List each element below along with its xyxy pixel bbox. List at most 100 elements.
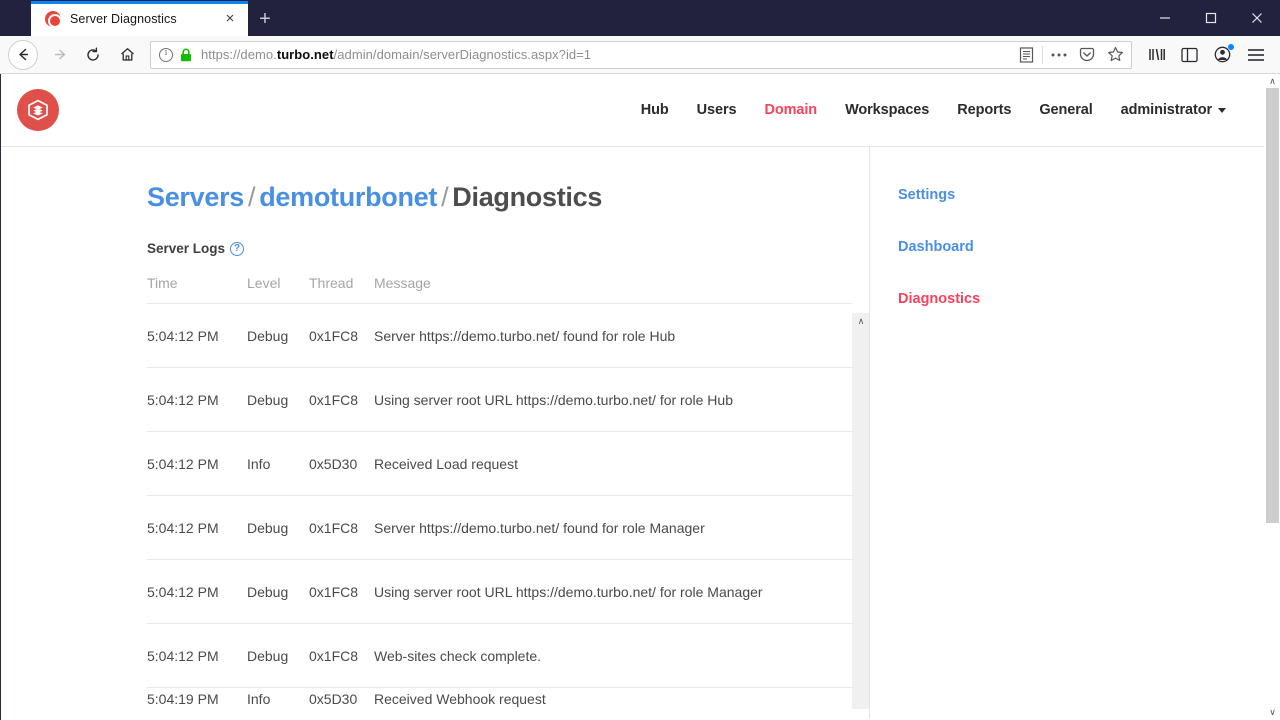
page-info-icon[interactable] bbox=[159, 47, 173, 62]
breadcrumb-servers[interactable]: Servers bbox=[147, 182, 244, 212]
cell-time: 5:04:12 PM bbox=[147, 583, 219, 600]
url-text[interactable]: https://demo.turbo.net/admin/domain/serv… bbox=[201, 47, 1012, 62]
cell-level: Debug bbox=[247, 327, 289, 344]
table-row[interactable]: 5:04:12 PM Debug 0x1FC8 Using server roo… bbox=[147, 367, 852, 431]
column-header-time: Time bbox=[147, 275, 178, 291]
page-content: Servers / demoturbonet / Diagnostics Server … bbox=[1, 147, 1264, 719]
account-icon[interactable] bbox=[1206, 40, 1239, 70]
page-scroll-down-arrow-icon[interactable]: ∨ bbox=[1265, 705, 1280, 720]
tab-title: Server Diagnostics bbox=[70, 11, 177, 26]
breadcrumb-demoturbonet[interactable]: demoturbonet bbox=[259, 182, 437, 212]
minimize-button[interactable] bbox=[1142, 0, 1188, 36]
cell-level: Debug bbox=[247, 583, 289, 600]
cell-level: Debug bbox=[247, 647, 289, 664]
breadcrumb-current: Diagnostics bbox=[452, 182, 603, 212]
browser-tab-server-diagnostics[interactable]: Server Diagnostics × bbox=[31, 1, 248, 36]
cell-message: Using server root URL https://demo.turbo… bbox=[374, 391, 733, 408]
cell-thread: 0x1FC8 bbox=[309, 391, 359, 408]
menu-icon[interactable] bbox=[1239, 40, 1272, 70]
close-tab-icon[interactable]: × bbox=[220, 9, 240, 29]
section-title-text: Server Logs bbox=[147, 241, 226, 256]
nav-link-domain[interactable]: Domain bbox=[750, 102, 831, 118]
table-row[interactable]: 5:04:12 PM Debug 0x1FC8 Server https://d… bbox=[147, 303, 852, 367]
account-notification-dot bbox=[1228, 43, 1234, 50]
home-button[interactable] bbox=[110, 40, 144, 70]
nav-link-workspaces[interactable]: Workspaces bbox=[831, 102, 943, 118]
nav-link-hub[interactable]: Hub bbox=[627, 102, 683, 118]
pocket-icon[interactable] bbox=[1073, 42, 1101, 68]
page-scroll-up-arrow-icon[interactable]: ∧ bbox=[1265, 74, 1280, 89]
cell-level: Info bbox=[247, 455, 271, 472]
page-viewport: Hub Users Domain Workspaces Reports Gene… bbox=[0, 74, 1280, 720]
section-title: Server Logs ? bbox=[147, 241, 869, 256]
close-window-button[interactable] bbox=[1234, 0, 1280, 36]
site-header: Hub Users Domain Workspaces Reports Gene… bbox=[1, 74, 1264, 147]
cell-message: Server https://demo.turbo.net/ found for… bbox=[374, 519, 705, 536]
help-icon[interactable]: ? bbox=[230, 241, 245, 256]
table-header-row: Time Level Thread Message bbox=[147, 275, 852, 303]
table-row[interactable]: 5:04:12 PM Debug 0x1FC8 Server https://d… bbox=[147, 495, 852, 559]
cell-thread: 0x1FC8 bbox=[309, 583, 359, 600]
cell-time: 5:04:19 PM bbox=[147, 690, 219, 707]
cell-message: Received Webhook request bbox=[374, 690, 546, 707]
forward-button bbox=[42, 40, 76, 70]
sidebar-item-diagnostics[interactable]: Diagnostics bbox=[870, 291, 1264, 307]
turbo-cube-logo[interactable] bbox=[17, 89, 59, 131]
page-scrollbar[interactable]: ∧ ∨ bbox=[1264, 74, 1280, 720]
sidebar-item-settings[interactable]: Settings bbox=[870, 187, 1264, 203]
scroll-up-arrow-icon[interactable]: ∧ bbox=[853, 316, 869, 326]
nav-link-users[interactable]: Users bbox=[683, 102, 751, 118]
chevron-down-icon[interactable] bbox=[1218, 107, 1226, 113]
column-header-message: Message bbox=[374, 275, 431, 291]
cell-thread: 0x5D30 bbox=[309, 690, 358, 707]
address-bar[interactable]: https://demo.turbo.net/admin/domain/serv… bbox=[150, 40, 1132, 69]
new-tab-button[interactable]: + bbox=[248, 1, 282, 36]
browser-window: Server Diagnostics × + i https://demo.tu… bbox=[0, 0, 1280, 720]
log-table-scrollbar[interactable]: ∧ bbox=[852, 313, 869, 709]
library-icon[interactable] bbox=[1140, 40, 1173, 70]
reload-button[interactable] bbox=[76, 40, 110, 70]
server-logs-panel: Time Level Thread Message 5:04:12 PM Deb… bbox=[147, 275, 869, 709]
cell-message: Web-sites check complete. bbox=[374, 647, 542, 664]
page-actions-icon[interactable] bbox=[1045, 42, 1073, 68]
maximize-button[interactable] bbox=[1188, 0, 1234, 36]
reader-view-icon[interactable] bbox=[1012, 42, 1040, 68]
table-row[interactable]: 5:04:12 PM Info 0x5D30 Received Load req… bbox=[147, 431, 852, 495]
user-menu-label[interactable]: administrator bbox=[1107, 102, 1216, 118]
cell-thread: 0x1FC8 bbox=[309, 647, 359, 664]
cell-time: 5:04:12 PM bbox=[147, 647, 219, 664]
main-column: Servers / demoturbonet / Diagnostics Server … bbox=[1, 147, 869, 719]
nav-link-general[interactable]: General bbox=[1025, 102, 1106, 118]
breadcrumb-separator-2: / bbox=[441, 182, 449, 212]
browser-toolbar-right bbox=[1140, 40, 1272, 70]
breadcrumb-separator-1: / bbox=[248, 182, 256, 212]
cell-time: 5:04:12 PM bbox=[147, 519, 219, 536]
lock-icon bbox=[181, 48, 191, 61]
cell-message: Server https://demo.turbo.net/ found for… bbox=[374, 327, 676, 344]
nav-link-reports[interactable]: Reports bbox=[943, 102, 1025, 118]
site-identity[interactable] bbox=[159, 47, 192, 62]
window-controls bbox=[1142, 0, 1280, 36]
right-sidebar: Settings Dashboard Diagnostics bbox=[869, 147, 1264, 719]
cell-time: 5:04:12 PM bbox=[147, 455, 219, 472]
column-header-thread: Thread bbox=[309, 275, 354, 291]
column-header-level: Level bbox=[247, 275, 281, 291]
sidebar-icon[interactable] bbox=[1173, 40, 1206, 70]
page-scrollbar-thumb[interactable] bbox=[1266, 88, 1279, 523]
back-button[interactable] bbox=[8, 39, 38, 70]
cell-thread: 0x1FC8 bbox=[309, 327, 359, 344]
site-navigation: Hub Users Domain Workspaces Reports Gene… bbox=[627, 102, 1242, 118]
table-row[interactable]: 5:04:19 PM Info 0x5D30 Received Webhook … bbox=[147, 687, 852, 709]
breadcrumb: Servers / demoturbonet / Diagnostics bbox=[147, 182, 869, 213]
tab-strip: Server Diagnostics × + bbox=[0, 0, 1280, 36]
cell-thread: 0x5D30 bbox=[309, 455, 358, 472]
turbo-favicon bbox=[45, 10, 62, 28]
web-page: Hub Users Domain Workspaces Reports Gene… bbox=[1, 74, 1264, 720]
bookmark-star-icon[interactable] bbox=[1101, 42, 1129, 68]
cell-level: Debug bbox=[247, 519, 289, 536]
url-action-icons bbox=[1012, 42, 1129, 68]
tabstrip-left-padding bbox=[0, 0, 31, 36]
table-row[interactable]: 5:04:12 PM Debug 0x1FC8 Web-sites check … bbox=[147, 623, 852, 687]
table-row[interactable]: 5:04:12 PM Debug 0x1FC8 Using server roo… bbox=[147, 559, 852, 623]
sidebar-item-dashboard[interactable]: Dashboard bbox=[870, 239, 1264, 255]
